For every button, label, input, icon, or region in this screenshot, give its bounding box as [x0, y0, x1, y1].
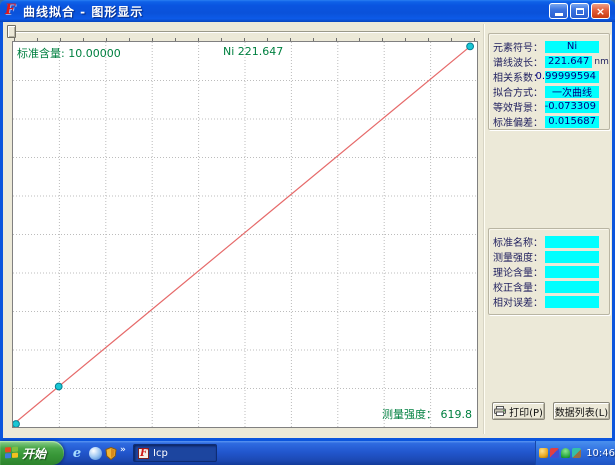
slider-thumb[interactable] [7, 25, 16, 38]
field-row-correlation: 相关系数： 0.99999594 [491, 70, 605, 83]
relative-error-field[interactable] [545, 296, 599, 308]
measured-intensity-field[interactable] [545, 251, 599, 263]
field-row-wavelength: 谱线波长： 221.647 nm [491, 55, 605, 68]
tray-icon-4[interactable] [572, 448, 581, 458]
element-symbol-field[interactable]: Ni [545, 41, 599, 53]
print-button-label: 打印(P) [509, 404, 543, 419]
field-row-relative-error: 相对误差： [491, 295, 605, 308]
internet-explorer-icon[interactable]: e [70, 446, 84, 460]
printer-icon [494, 406, 506, 416]
std-deviation-field[interactable]: 0.015687 [545, 116, 599, 128]
field-label: 测量强度： [491, 249, 543, 264]
sample-readout-group: 标准名称： 测量强度： 理论含量： 校正含量： 相对误差： [488, 228, 610, 315]
close-icon: × [596, 6, 605, 17]
chart-series-label: Ni 221.647 [223, 45, 283, 58]
standard-name-field[interactable] [545, 236, 599, 248]
fit-mode-field[interactable]: 一次曲线 [545, 86, 599, 98]
field-label: 理论含量： [491, 264, 543, 279]
field-row-fit-mode: 拟合方式： 一次曲线 [491, 85, 605, 98]
field-row-std-deviation: 标准偏差： 0.015687 [491, 115, 605, 128]
tray-icon-3[interactable] [561, 448, 570, 458]
field-label: 相对误差： [491, 294, 543, 309]
field-label: 谱线波长： [491, 54, 543, 69]
calibration-point [467, 43, 474, 50]
field-label: 拟合方式： [491, 84, 543, 99]
window-client-area: 标准含量: 10.00000 Ni 221.647 测量强度： 619.8 元素… [0, 22, 615, 441]
panel-divider [483, 24, 485, 434]
windows-logo-icon [5, 446, 19, 460]
field-label: 标准偏差： [491, 114, 543, 129]
field-row-measured-intensity: 测量强度： [491, 250, 605, 263]
shield-icon [105, 447, 117, 460]
theoretical-content-field[interactable] [545, 266, 599, 278]
chart-intensity-label: 测量强度： 619.8 [382, 406, 472, 422]
print-button[interactable]: 打印(P) [492, 402, 545, 420]
chart-plot [13, 42, 477, 427]
start-button-label: 开始 [22, 445, 46, 462]
round-app-icon [89, 447, 102, 460]
field-label: 等效背景： [491, 99, 543, 114]
background-field[interactable]: -0.073309 [545, 101, 599, 113]
chart-standard-content-label: 标准含量: 10.00000 [17, 45, 121, 61]
data-list-button[interactable]: 数据列表(L) [553, 402, 610, 420]
system-tray: 10:46 [535, 441, 615, 465]
restore-icon [576, 8, 584, 15]
minimize-icon [555, 13, 563, 16]
calibration-point [55, 383, 62, 390]
wavelength-unit: nm [594, 57, 608, 67]
field-label: 校正含量： [491, 279, 543, 294]
window-title: 曲线拟合 - 图形显示 [23, 3, 143, 20]
icp-app-icon: F [138, 448, 149, 459]
calibration-point [13, 421, 19, 427]
slider-groove [8, 31, 480, 33]
wavelength-field[interactable]: 221.647 [545, 56, 592, 68]
ie-glyph: e [73, 446, 81, 461]
calibration-chart[interactable]: 标准含量: 10.00000 Ni 221.647 测量强度： 619.8 [12, 41, 478, 428]
taskbar-button-icp[interactable]: F Icp [133, 444, 217, 462]
restore-button[interactable] [570, 3, 589, 19]
field-label: 元素符号： [491, 39, 543, 54]
field-row-corrected-content: 校正含量： [491, 280, 605, 293]
field-row-standard-name: 标准名称： [491, 235, 605, 248]
tray-clock: 10:46 [586, 448, 615, 459]
correlation-field[interactable]: 0.99999594 [545, 71, 599, 83]
field-row-background: 等效背景： -0.073309 [491, 100, 605, 113]
taskbar-button-label: Icp [153, 448, 168, 459]
window-titlebar[interactable]: F 曲线拟合 - 图形显示 × [0, 0, 615, 22]
fit-results-group: 元素符号： Ni 谱线波长： 221.647 nm 相关系数： 0.999995… [488, 33, 610, 130]
tray-icon-1[interactable] [539, 448, 548, 458]
field-label: 标准名称： [491, 234, 543, 249]
taskbar: 开始 e » F Icp 10:46 [0, 441, 615, 465]
quick-launch-overflow[interactable]: » [120, 445, 126, 455]
close-button[interactable]: × [591, 3, 610, 19]
tray-icon-2[interactable] [550, 448, 559, 458]
corrected-content-field[interactable] [545, 281, 599, 293]
minimize-button[interactable] [549, 3, 568, 19]
screen: F 曲线拟合 - 图形显示 × 标准含量: 10.00000 Ni 221.64… [0, 0, 615, 465]
start-button[interactable]: 开始 [0, 441, 64, 465]
field-row-element-symbol: 元素符号： Ni [491, 40, 605, 53]
messenger-icon[interactable] [88, 446, 102, 460]
app-icon: F [5, 4, 19, 18]
security-shield-icon[interactable] [104, 446, 118, 460]
field-row-theoretical-content: 理论含量： [491, 265, 605, 278]
zoom-slider[interactable] [5, 24, 483, 41]
data-list-button-label: 数据列表(L) [555, 404, 608, 419]
